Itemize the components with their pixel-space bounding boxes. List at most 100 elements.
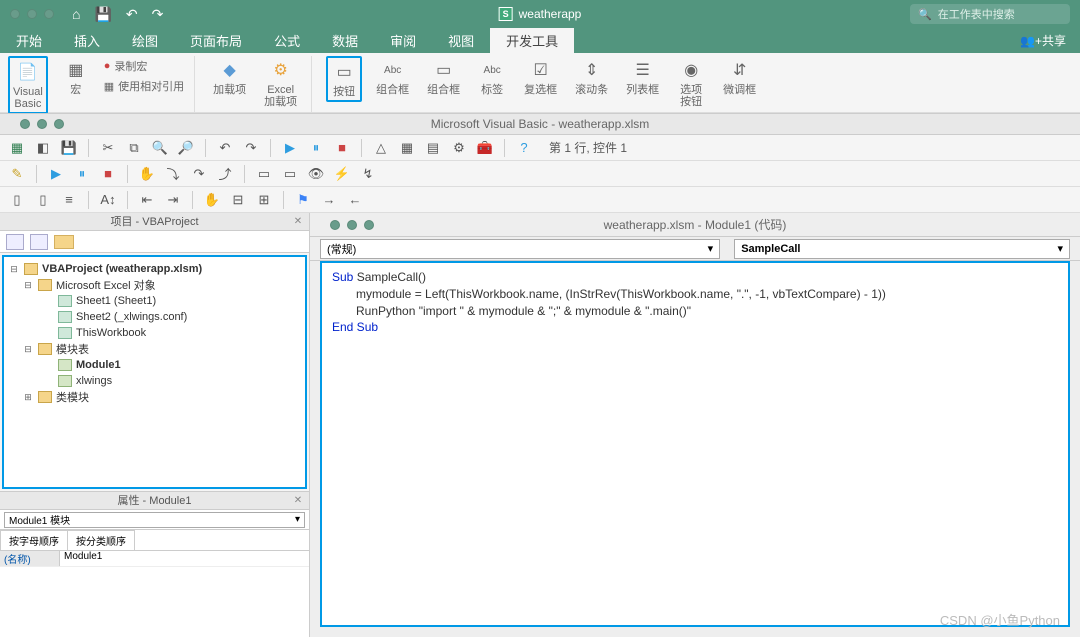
comment-icon[interactable]: ⊟ xyxy=(227,189,249,211)
ribbon-record-macro[interactable]: ●录制宏 xyxy=(104,58,184,74)
view-object-icon[interactable] xyxy=(30,234,48,250)
procview-icon[interactable]: ▯ xyxy=(6,189,28,211)
menu-draw[interactable]: 绘图 xyxy=(116,28,174,53)
ribbon-addins[interactable]: ◆加载项 xyxy=(209,56,250,98)
find-icon[interactable]: 🔍 xyxy=(149,137,171,159)
toolbox-icon[interactable]: 🧰 xyxy=(474,137,496,159)
ribbon-macro[interactable]: ▦ 宏 xyxy=(58,56,94,98)
prev-bookmark-icon[interactable]: ← xyxy=(344,189,366,211)
properties-object-combo[interactable]: Module1 模块▾ xyxy=(4,512,305,528)
prop-row-name[interactable]: (名称) Module1 xyxy=(0,551,309,567)
code-editor[interactable]: Sub SampleCall() mymodule = Left(ThisWor… xyxy=(320,261,1070,627)
menu-formulas[interactable]: 公式 xyxy=(258,28,316,53)
ribbon-groupbox[interactable]: Abc组合框 xyxy=(372,56,413,98)
stop2-icon[interactable]: ■ xyxy=(97,163,119,185)
browser-icon[interactable]: ⚙ xyxy=(448,137,470,159)
ribbon-scrollbar[interactable]: ⇕滚动条 xyxy=(571,56,612,98)
excel-icon[interactable]: ▦ xyxy=(6,137,28,159)
search-input[interactable]: 🔍 在工作表中搜索 xyxy=(910,4,1070,24)
code-object-combo[interactable]: (常规)▾ xyxy=(320,239,720,259)
ribbon-listbox[interactable]: ☰列表框 xyxy=(622,56,663,98)
stop-icon[interactable]: ■ xyxy=(331,137,353,159)
tree-thisworkbook[interactable]: ThisWorkbook xyxy=(76,327,146,339)
view-code-icon[interactable] xyxy=(6,234,24,250)
font-icon[interactable]: A↕ xyxy=(97,189,119,211)
tree-classmodules[interactable]: 类模块 xyxy=(56,389,89,405)
menu-review[interactable]: 审阅 xyxy=(374,28,432,53)
home-icon[interactable]: ⌂ xyxy=(72,6,80,23)
menu-insert[interactable]: 插入 xyxy=(58,28,116,53)
tree-module1[interactable]: Module1 xyxy=(76,359,121,371)
window-controls[interactable] xyxy=(10,9,54,19)
ribbon-option[interactable]: ◉选项 按钮 xyxy=(673,56,709,110)
indent-icon[interactable]: ⇤ xyxy=(136,189,158,211)
redo-icon[interactable]: ↷ xyxy=(152,6,164,23)
stepout-icon[interactable]: ⤴ xyxy=(214,163,236,185)
close-icon[interactable]: ✕ xyxy=(291,213,305,227)
stepinto-icon[interactable]: ⤵ xyxy=(162,163,184,185)
min-dot[interactable] xyxy=(27,9,37,19)
ribbon-excel-addins[interactable]: ⚙Excel 加载项 xyxy=(260,56,301,110)
folder-icon[interactable] xyxy=(54,235,74,249)
ribbon-spinner[interactable]: ⇵微调框 xyxy=(719,56,760,98)
properties-icon[interactable]: ▤ xyxy=(422,137,444,159)
help-icon[interactable]: ? xyxy=(513,137,535,159)
menu-data[interactable]: 数据 xyxy=(316,28,374,53)
code-window-controls[interactable] xyxy=(330,220,374,230)
save-icon-tb[interactable]: 💾 xyxy=(58,137,80,159)
outdent-icon[interactable]: ⇥ xyxy=(162,189,184,211)
code-proc-combo[interactable]: SampleCall▾ xyxy=(734,239,1070,259)
breakpoint-icon[interactable]: ✋ xyxy=(136,163,158,185)
redo-icon-tb[interactable]: ↷ xyxy=(240,137,262,159)
pause2-icon[interactable]: ⏸ xyxy=(71,163,93,185)
run-icon[interactable]: ▶ xyxy=(279,137,301,159)
menu-pagelayout[interactable]: 页面布局 xyxy=(174,28,258,53)
run2-icon[interactable]: ▶ xyxy=(45,163,67,185)
ribbon-combobox[interactable]: ▭组合框 xyxy=(423,56,464,98)
ribbon-checkbox[interactable]: ☑复选框 xyxy=(520,56,561,98)
max-dot[interactable] xyxy=(44,9,54,19)
undo-icon[interactable]: ↶ xyxy=(126,6,138,23)
close-dot[interactable] xyxy=(10,9,20,19)
list-icon[interactable]: ≡ xyxy=(58,189,80,211)
stepover-icon[interactable]: ↷ xyxy=(188,163,210,185)
hand-icon[interactable]: ✋ xyxy=(201,189,223,211)
tree-root[interactable]: VBAProject (weatherapp.xlsm) xyxy=(42,263,202,275)
save-icon[interactable]: 💾 xyxy=(94,6,111,23)
uncomment-icon[interactable]: ⊞ xyxy=(253,189,275,211)
step-icon[interactable]: ✎ xyxy=(6,163,28,185)
tree-modules[interactable]: 模块表 xyxy=(56,341,89,357)
prop-tab-category[interactable]: 按分类顺序 xyxy=(67,530,135,550)
ribbon-button[interactable]: ▭按钮 xyxy=(326,56,362,102)
insert-module-icon[interactable]: ◧ xyxy=(32,137,54,159)
tree-sheet1[interactable]: Sheet1 (Sheet1) xyxy=(76,295,156,307)
vbe-window-controls[interactable] xyxy=(20,119,64,129)
close-icon[interactable]: ✕ xyxy=(291,492,305,506)
ribbon-label[interactable]: Abc标签 xyxy=(474,56,510,98)
menu-view[interactable]: 视图 xyxy=(432,28,490,53)
next-bookmark-icon[interactable]: → xyxy=(318,189,340,211)
copy-icon[interactable]: ⧉ xyxy=(123,137,145,159)
tree-sheet2[interactable]: Sheet2 (_xlwings.conf) xyxy=(76,311,187,323)
immediate-icon[interactable]: ▭ xyxy=(279,163,301,185)
share-button[interactable]: 👥+ 共享 xyxy=(1006,28,1080,53)
design-icon[interactable]: △ xyxy=(370,137,392,159)
project-icon[interactable]: ▦ xyxy=(396,137,418,159)
fullview-icon[interactable]: ▯ xyxy=(32,189,54,211)
locals-icon[interactable]: ▭ xyxy=(253,163,275,185)
ribbon-visual-basic[interactable]: 📄 Visual Basic xyxy=(8,56,48,114)
bookmark-icon[interactable]: ⚑ xyxy=(292,189,314,211)
watch-icon[interactable]: 👁 xyxy=(305,163,327,185)
pause-icon[interactable]: ⏸ xyxy=(305,137,327,159)
cut-icon[interactable]: ✂ xyxy=(97,137,119,159)
prop-tab-alpha[interactable]: 按字母顺序 xyxy=(0,530,68,550)
tree-xlwings[interactable]: xlwings xyxy=(76,375,112,387)
quickwatch-icon[interactable]: ⚡ xyxy=(331,163,353,185)
callstack-icon[interactable]: ↯ xyxy=(357,163,379,185)
project-tree[interactable]: ⊟VBAProject (weatherapp.xlsm) ⊟Microsoft… xyxy=(2,255,307,489)
undo-icon-tb[interactable]: ↶ xyxy=(214,137,236,159)
menu-developer[interactable]: 开发工具 xyxy=(490,28,574,53)
tree-excel-objects[interactable]: Microsoft Excel 对象 xyxy=(56,277,156,293)
findnext-icon[interactable]: 🔎 xyxy=(175,137,197,159)
menu-start[interactable]: 开始 xyxy=(0,28,58,53)
